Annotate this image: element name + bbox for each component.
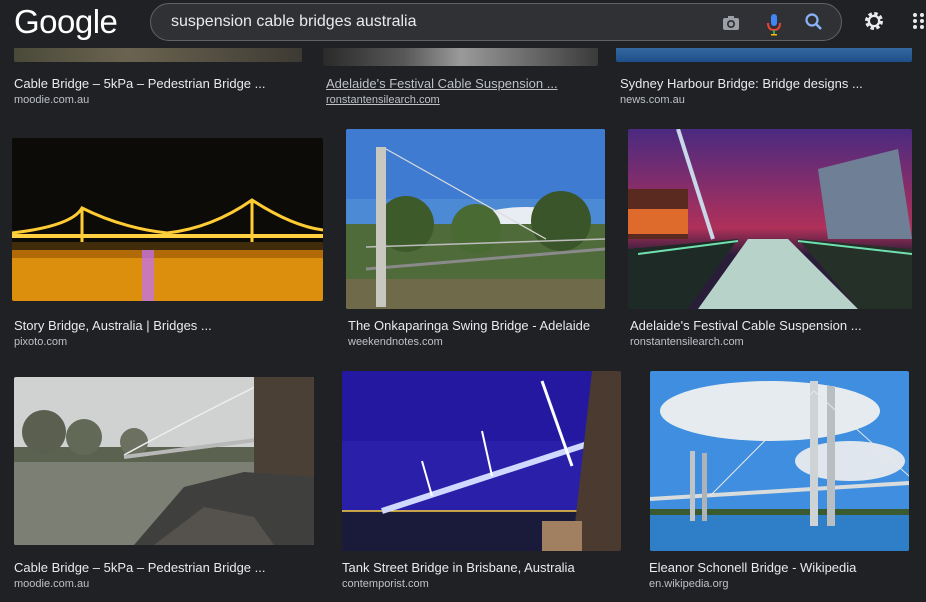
result-source[interactable]: news.com.au [620, 94, 685, 106]
result-source[interactable]: moodie.com.au [14, 94, 89, 106]
search-icon[interactable] [804, 12, 824, 32]
result-title[interactable]: Eleanor Schonell Bridge - Wikipedia [649, 560, 856, 575]
result-title[interactable]: Story Bridge, Australia | Bridges ... [14, 318, 212, 333]
mic-icon[interactable] [766, 12, 782, 36]
gear-icon[interactable] [862, 9, 886, 33]
result-source[interactable]: en.wikipedia.org [649, 578, 729, 590]
result-source[interactable]: ronstantensilearch.com [630, 336, 744, 348]
result-title[interactable]: Cable Bridge – 5kPa – Pedestrian Bridge … [14, 560, 265, 575]
result-title[interactable]: Adelaide's Festival Cable Suspension ... [326, 76, 558, 91]
google-logo[interactable]: Google [14, 2, 118, 42]
result-source[interactable]: contemporist.com [342, 578, 429, 590]
result-source[interactable]: ronstantensilearch.com [326, 94, 440, 106]
search-box[interactable]: suspension cable bridges australia [150, 3, 842, 41]
result-title[interactable]: Tank Street Bridge in Brisbane, Australi… [342, 560, 575, 575]
result-source[interactable]: pixoto.com [14, 336, 67, 348]
result-title[interactable]: The Onkaparinga Swing Bridge - Adelaide [348, 318, 590, 333]
apps-icon[interactable] [912, 12, 926, 30]
result-image[interactable] [346, 129, 605, 309]
result-image[interactable] [342, 371, 621, 551]
result-title[interactable]: Sydney Harbour Bridge: Bridge designs ..… [620, 76, 863, 91]
result-image[interactable] [628, 129, 912, 309]
search-input[interactable]: suspension cable bridges australia [171, 13, 416, 31]
result-source[interactable]: moodie.com.au [14, 578, 89, 590]
top-bar: Google suspension cable bridges australi… [0, 0, 926, 48]
result-source[interactable]: weekendnotes.com [348, 336, 443, 348]
result-image[interactable] [650, 371, 909, 551]
result-image[interactable] [12, 138, 323, 301]
result-title[interactable]: Adelaide's Festival Cable Suspension ... [630, 318, 862, 333]
result-title[interactable]: Cable Bridge – 5kPa – Pedestrian Bridge … [14, 76, 265, 91]
result-image[interactable] [14, 377, 314, 545]
camera-icon[interactable] [721, 13, 741, 33]
